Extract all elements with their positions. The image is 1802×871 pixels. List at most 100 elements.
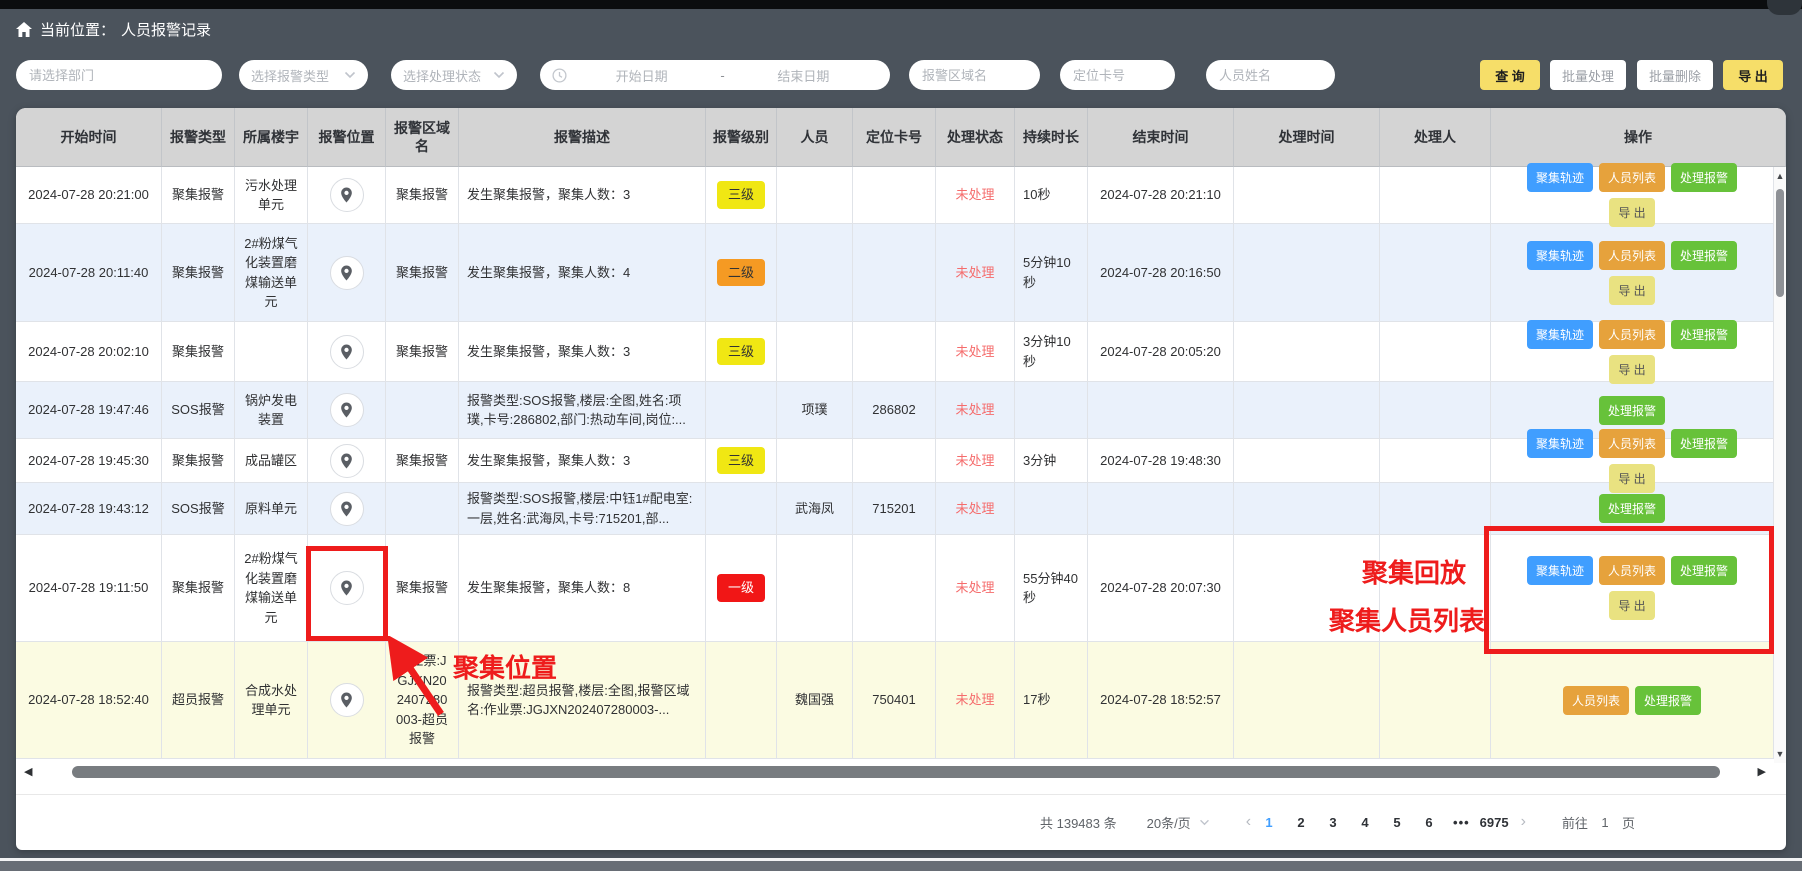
op-handle-button[interactable]: 处理报警 [1599,494,1665,523]
cell-level: 一级 [706,535,777,642]
alarm-position-button[interactable] [330,393,364,427]
cell-handler [1380,483,1491,535]
end-date-input[interactable]: 结束日期 [729,66,878,85]
goto-suffix: 页 [1622,813,1635,832]
locate-card-input[interactable] [1060,60,1175,90]
total-count-label: 共 139483 条 [1040,813,1117,832]
page-ellipsis[interactable]: ••• [1453,815,1470,830]
alarm-position-button[interactable] [330,444,364,478]
alarm-position-button[interactable] [330,492,364,526]
table-row: 2024-07-28 20:02:10聚集报警聚集报警发生聚集报警，聚集人数：3… [16,322,1774,382]
horizontal-scrollbar-thumb[interactable] [72,766,1720,778]
batch-handle-button[interactable]: 批量处理 [1550,60,1626,90]
op-list-button[interactable]: 人员列表 [1563,686,1629,715]
op-handle-button[interactable]: 处理报警 [1671,163,1737,192]
query-button[interactable]: 查 询 [1480,60,1540,90]
page-number[interactable]: 3 [1327,815,1339,830]
vertical-scrollbar[interactable]: ▲ ▼ [1774,167,1786,763]
op-handle-button[interactable]: 处理报警 [1671,556,1737,585]
op-handle-button[interactable]: 处理报警 [1671,429,1737,458]
alarm-region-input[interactable] [909,60,1040,90]
alarm-position-button[interactable] [330,256,364,290]
page-number[interactable]: 2 [1295,815,1307,830]
cell-desc: 报警类型:SOS报警,楼层:全图,姓名:项璞,卡号:286802,部门:热动车间… [459,382,706,439]
page-number[interactable]: 5 [1391,815,1403,830]
cell-ops: 人员列表处理报警 [1491,642,1774,759]
scroll-right-arrow-icon[interactable]: ▶ [1758,763,1766,781]
next-page-button[interactable]: › [1513,813,1534,831]
scroll-up-arrow-icon[interactable]: ▲ [1774,169,1786,183]
alarm-type-select[interactable]: 选择报警类型 [239,60,368,90]
person-name-input[interactable] [1206,60,1335,90]
column-header-1: 报警类型 [162,108,235,167]
map-pin-icon [340,453,353,469]
cell-handler [1380,642,1491,759]
cell-building: 锅炉发电装置 [235,382,308,439]
department-input[interactable] [16,60,222,90]
scroll-left-arrow-icon[interactable]: ◀ [24,763,32,781]
batch-delete-button[interactable]: 批量删除 [1637,60,1713,90]
column-header-3: 报警位置 [308,108,386,167]
export-button[interactable]: 导 出 [1723,60,1783,90]
op-track-button[interactable]: 聚集轨迹 [1527,320,1593,349]
cell-handler [1380,382,1491,439]
op-handle-button[interactable]: 处理报警 [1671,241,1737,270]
table-row: 2024-07-28 19:45:30聚集报警成品罐区聚集报警发生聚集报警，聚集… [16,439,1774,483]
page-number-active[interactable]: 1 [1263,815,1275,830]
column-header-2: 所属楼宇 [235,108,308,167]
date-range-picker[interactable]: 开始日期 - 结束日期 [540,60,890,90]
page-number-last[interactable]: 6975 [1480,815,1509,830]
handle-status-select[interactable]: 选择处理状态 [391,60,517,90]
cell-position [308,642,386,759]
op-export-button[interactable]: 导 出 [1609,198,1654,227]
op-track-button[interactable]: 聚集轨迹 [1527,163,1593,192]
horizontal-scrollbar[interactable]: ◀ ▶ [16,763,1774,781]
cell-position [308,535,386,642]
prev-page-button[interactable]: ‹ [1238,813,1259,831]
cell-desc: 发生聚集报警，聚集人数：3 [459,439,706,483]
cell-end: 2024-07-28 20:16:50 [1088,224,1234,322]
op-list-button[interactable]: 人员列表 [1599,320,1665,349]
alarm-position-button[interactable] [330,571,364,605]
op-list-button[interactable]: 人员列表 [1599,556,1665,585]
clock-icon [552,68,567,83]
op-handle-button[interactable]: 处理报警 [1599,396,1665,425]
cell-end: 2024-07-28 19:48:30 [1088,439,1234,483]
cell-duration [1015,483,1088,535]
op-handle-button[interactable]: 处理报警 [1671,320,1737,349]
cell-start: 2024-07-28 19:43:12 [16,483,162,535]
page-number[interactable]: 6 [1423,815,1435,830]
op-track-button[interactable]: 聚集轨迹 [1527,556,1593,585]
op-export-button[interactable]: 导 出 [1609,355,1654,384]
handle-status-text: 未处理 [955,690,994,710]
annotation-position-label: 聚集位置 [453,648,557,685]
vertical-scrollbar-thumb[interactable] [1776,189,1784,297]
home-icon [16,22,32,37]
start-date-input[interactable]: 开始日期 [567,66,716,85]
op-handle-button[interactable]: 处理报警 [1635,686,1701,715]
alarm-position-button[interactable] [330,335,364,369]
scroll-down-arrow-icon[interactable]: ▼ [1774,747,1786,761]
column-header-8: 定位卡号 [853,108,936,167]
cell-desc: 发生聚集报警，聚集人数：3 [459,322,706,382]
goto-page-input[interactable]: 1 [1598,815,1612,830]
cell-desc: 发生聚集报警，聚集人数：3 [459,167,706,224]
op-export-button[interactable]: 导 出 [1609,591,1654,620]
op-list-button[interactable]: 人员列表 [1599,163,1665,192]
alarm-position-button[interactable] [330,178,364,212]
cell-type: 聚集报警 [162,167,235,224]
op-track-button[interactable]: 聚集轨迹 [1527,429,1593,458]
cell-handle-time [1234,322,1380,382]
op-export-button[interactable]: 导 出 [1609,276,1654,305]
op-list-button[interactable]: 人员列表 [1599,241,1665,270]
column-header-13: 处理人 [1380,108,1491,167]
page-size-select[interactable]: 20条/页 [1147,813,1210,832]
cell-card: 715201 [853,483,936,535]
map-pin-icon [340,580,353,596]
op-list-button[interactable]: 人员列表 [1599,429,1665,458]
cell-card: 286802 [853,382,936,439]
op-track-button[interactable]: 聚集轨迹 [1527,241,1593,270]
alarm-position-button[interactable] [330,683,364,717]
cell-building: 原料单元 [235,483,308,535]
page-number[interactable]: 4 [1359,815,1371,830]
